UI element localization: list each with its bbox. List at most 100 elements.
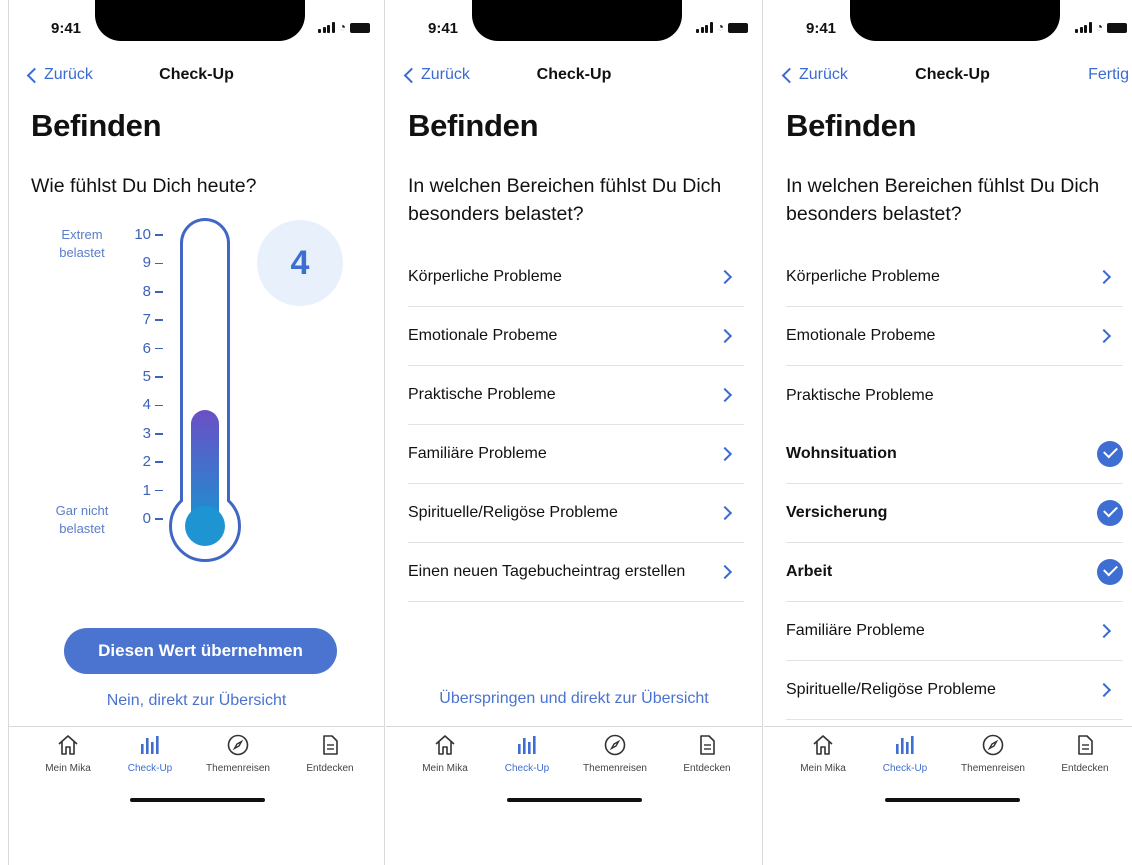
tab-mein-mika[interactable]: Mein Mika [400,733,490,774]
chevron-right-icon [717,387,733,403]
bar-chart-icon [860,733,950,757]
scale-tick-label: 5 [142,368,151,385]
scale-tick-mark [155,433,163,435]
question-text: In welchen Bereichen fühlst Du Dich beso… [408,175,722,225]
chevron-right-icon [717,328,733,344]
category-row[interactable]: Familiäre Probleme [786,602,1123,661]
home-icon [23,733,113,757]
category-label: Familiäre Probleme [786,622,925,639]
tab-themenreisen[interactable]: Themenreisen [193,733,283,774]
tab-label: Mein Mika [422,763,468,774]
tab-bar: Mein Mika Check-Up Themenreisen Entdecken [9,726,384,865]
home-indicator [507,798,642,802]
system-icons: ◔ [318,21,370,33]
category-row[interactable]: Spirituelle/Religöse Probleme [408,484,744,543]
scale-tick-mark [155,461,163,463]
chevron-right-icon [1096,328,1112,344]
compass-icon [570,733,660,757]
skip-to-overview-link[interactable]: Nein, direkt zur Übersicht [9,692,384,710]
thermometer-bulb-fill [185,506,225,546]
category-label: Emotionale Probeme [408,327,558,344]
screen-categories: 9:41 ◔ Zurück Check-Up Befinden In welch… [386,0,763,865]
category-row[interactable]: Einen neuen Tagebucheintrag erstellen [408,543,744,602]
checkmark-icon[interactable] [1097,441,1123,467]
signal-icon [318,22,335,33]
category-label: Einen neuen Tagebucheintrag erstellen [408,563,686,580]
tab-label: Mein Mika [45,763,91,774]
notch [95,0,305,41]
status-bar: 9:41 ◔ [764,0,1132,46]
thermometer-fill [191,410,219,520]
tab-themenreisen[interactable]: Themenreisen [948,733,1038,774]
system-icons: ◔ [696,21,748,33]
category-row[interactable]: Spirituelle/Religöse Probleme [786,661,1123,720]
screen-thermometer: 9:41 ◔ Zurück Check-Up Befinden Wie fühl… [8,0,385,865]
tab-mein-mika[interactable]: Mein Mika [778,733,868,774]
tab-label: Themenreisen [206,763,270,774]
scale-tick-mark [155,234,163,236]
category-label: Wohnsituation [786,445,897,462]
scale-tick-mark [155,347,163,350]
scale-tick-mark [155,489,163,492]
tab-entdecken[interactable]: Entdecken [285,733,375,774]
category-row[interactable]: Praktische Probleme [786,366,1123,425]
chevron-right-icon [717,269,733,285]
category-row[interactable]: Körperliche Probleme [786,248,1123,307]
tab-check-up[interactable]: Check-Up [860,733,950,774]
accept-value-button[interactable]: Diesen Wert übernehmen [64,628,337,674]
home-icon [778,733,868,757]
home-indicator [130,798,265,802]
scale-tick-mark [155,518,163,520]
page-title: Befinden [786,108,917,143]
scale-tick-mark [155,291,163,293]
done-button[interactable]: Fertig [1088,66,1129,84]
page-title: Befinden [408,108,539,143]
scale-tick: 8 [127,283,167,300]
scale-tick-label: 4 [142,396,151,414]
tab-check-up[interactable]: Check-Up [482,733,572,774]
scale-tick: 2 [127,453,167,470]
category-row[interactable]: Praktische Probleme [408,366,744,425]
tab-mein-mika[interactable]: Mein Mika [23,733,113,774]
scale-top-label: Extrem belastet [59,227,105,260]
nav-title: Check-Up [915,66,990,83]
scale-tick: 3 [127,425,167,442]
category-label: Emotionale Probeme [786,327,936,344]
subcategory-row[interactable]: Arbeit [786,543,1123,602]
scale-tick-mark [155,404,163,407]
screen-categories-expanded: 9:41 ◔ Zurück Check-Up Fertig Befinden I… [764,0,1132,865]
tab-check-up[interactable]: Check-Up [105,733,195,774]
chevron-right-icon [1096,623,1112,639]
category-label: Familiäre Probleme [408,445,547,462]
category-label: Versicherung [786,504,888,521]
subcategory-row[interactable]: Wohnsituation [786,425,1123,484]
wifi-icon: ◔ [1095,20,1103,34]
scale-tick: 10 [127,226,167,243]
scale-tick-label: 1 [142,481,151,499]
nav-bar: Zurück Check-Up [386,60,762,92]
tab-entdecken[interactable]: Entdecken [662,733,752,774]
category-row[interactable]: Familiäre Probleme [408,425,744,484]
scale-tick-label: 9 [142,254,151,272]
category-row[interactable]: Emotionale Probeme [786,307,1123,366]
category-label: Körperliche Probleme [786,268,940,285]
notch [472,0,682,41]
skip-to-overview-link[interactable]: Überspringen und direkt zur Übersicht [386,690,762,708]
battery-icon [728,23,748,33]
checkmark-icon[interactable] [1097,500,1123,526]
category-label: Arbeit [786,563,833,580]
scale-tick: 7 [127,311,167,328]
status-bar: 9:41 ◔ [386,0,762,46]
signal-icon [1075,22,1092,33]
category-row[interactable]: Emotionale Probeme [408,307,744,366]
nav-bar: Zurück Check-Up [9,60,384,92]
scale-tick: 9 [127,254,167,271]
tab-themenreisen[interactable]: Themenreisen [570,733,660,774]
tab-entdecken[interactable]: Entdecken [1040,733,1130,774]
category-row[interactable]: Körperliche Probleme [408,248,744,307]
scale-tick-label: 2 [142,453,151,471]
category-label: Körperliche Probleme [408,268,562,285]
scale-tick-label: 8 [142,282,151,300]
checkmark-icon[interactable] [1097,559,1123,585]
subcategory-row[interactable]: Versicherung [786,484,1123,543]
